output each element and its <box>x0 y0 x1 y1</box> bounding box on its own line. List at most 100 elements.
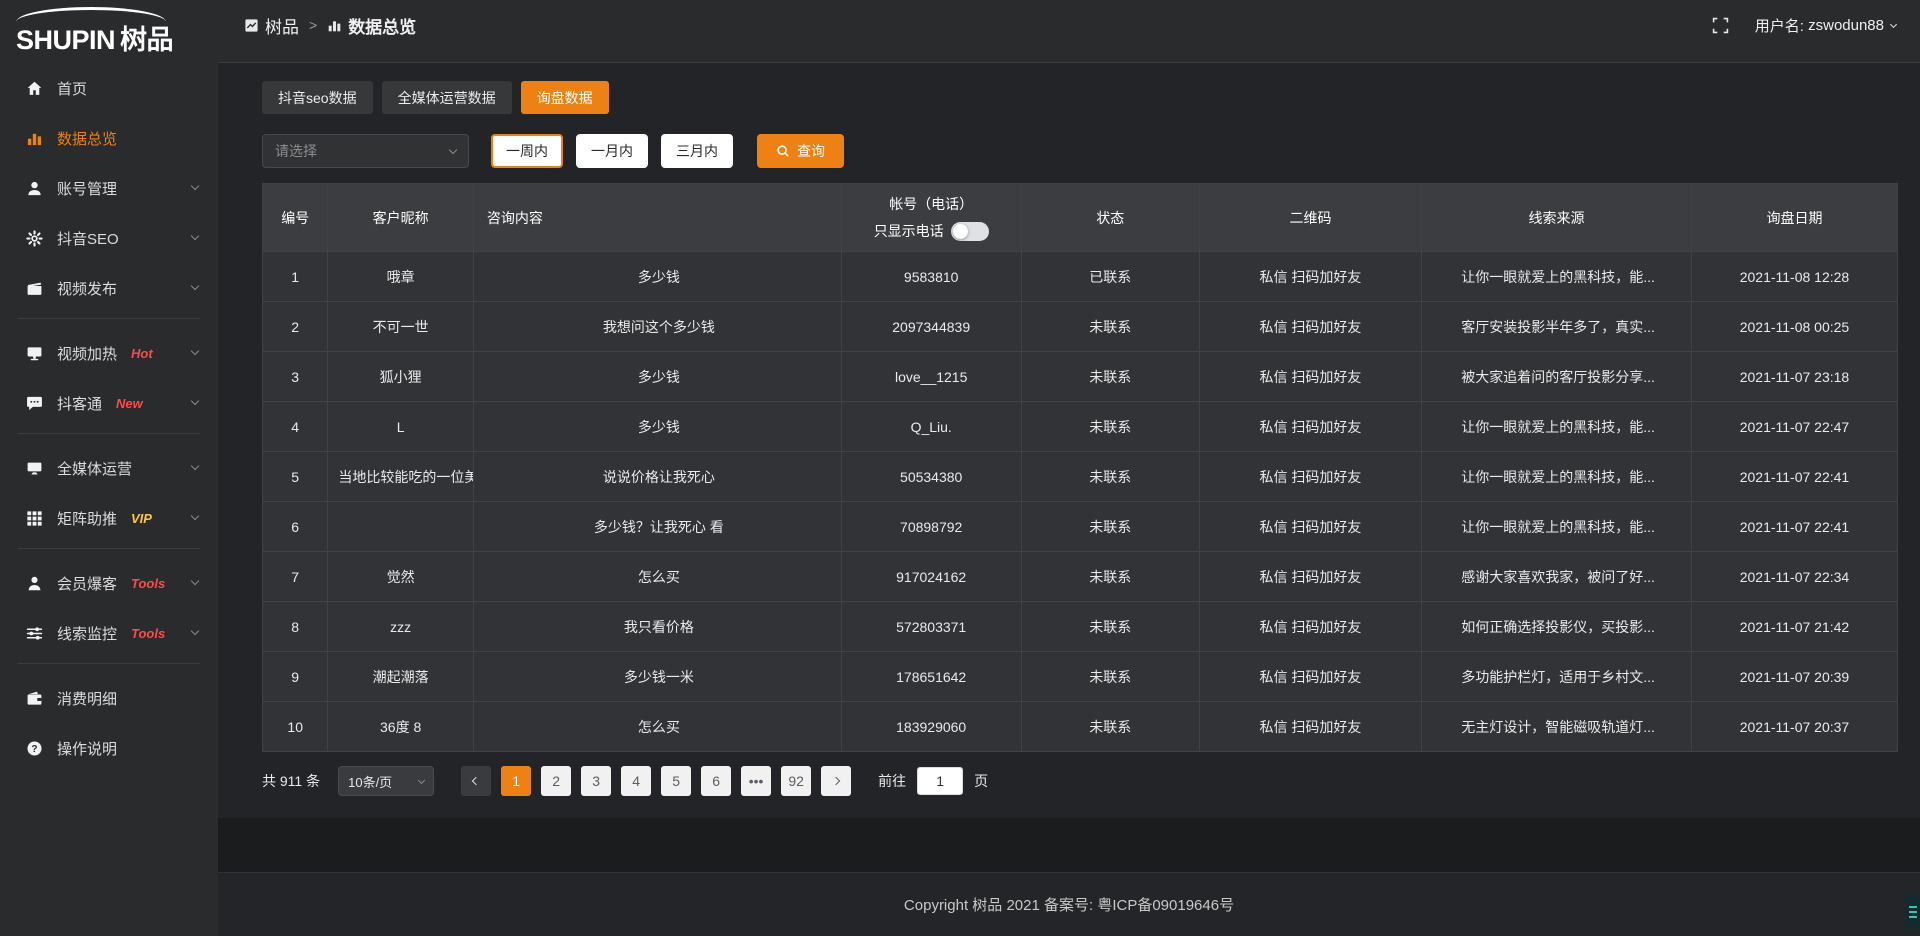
cell-account: 2097344839 <box>841 302 1021 352</box>
cell-source[interactable]: 被大家追着问的客厅投影分享... <box>1422 352 1692 402</box>
cell-content: 怎么买 <box>473 702 841 752</box>
prev-page-button[interactable] <box>461 766 491 796</box>
range-button-one-month[interactable]: 一月内 <box>576 134 648 168</box>
cell-source[interactable]: 客厅安装投影半年多了，真实... <box>1422 302 1692 352</box>
logo[interactable]: SHUPIN树品 <box>0 0 218 62</box>
monitor-icon <box>26 460 43 477</box>
page-button-3[interactable]: 3 <box>581 766 611 796</box>
page-size-value: 10条/页 <box>348 772 392 791</box>
column-header-qrcode: 二维码 <box>1199 184 1421 252</box>
cell-source[interactable]: 如何正确选择投影仪，买投影... <box>1422 602 1692 652</box>
cell-account: 9583810 <box>841 252 1021 302</box>
page-size-select[interactable]: 10条/页 <box>338 766 434 796</box>
sidebar-item-home[interactable]: 首页 <box>0 66 218 110</box>
date-range-buttons: 一周内一月内三月内 <box>491 134 733 168</box>
username-label: 用户名: <box>1755 15 1804 36</box>
cell-source[interactable]: 让你一眼就爱上的黑科技，能... <box>1422 402 1692 452</box>
sidebar-item-video-publish[interactable]: 视频发布 <box>0 266 218 310</box>
sidebar-item-operation-guide[interactable]: ?操作说明 <box>0 726 218 770</box>
range-button-three-months[interactable]: 三月内 <box>661 134 733 168</box>
data-tabs: 抖音seo数据全媒体运营数据询盘数据 <box>262 81 1898 114</box>
tab-inquiry-data[interactable]: 询盘数据 <box>521 81 609 114</box>
table-header-row: 编号客户昵称咨询内容帐号（电话）只显示电话状态二维码线索来源询盘日期 <box>263 184 1898 252</box>
tab-douyin-seo-data[interactable]: 抖音seo数据 <box>262 81 373 114</box>
footer: Copyright 树品 2021 备案号: 粤ICP备09019646号 <box>218 872 1920 936</box>
more-pages-button[interactable]: ••• <box>741 766 771 796</box>
cell-qrcode[interactable]: 私信 扫码加好友 <box>1199 452 1421 502</box>
cell-nickname: zzz <box>328 602 474 652</box>
cell-status: 未联系 <box>1021 502 1199 552</box>
next-page-button[interactable] <box>821 766 851 796</box>
cell-source[interactable]: 无主灯设计，智能磁吸轨道灯... <box>1422 702 1692 752</box>
cell-content: 我只看价格 <box>473 602 841 652</box>
sidebar-item-label: 账号管理 <box>57 178 117 199</box>
sidebar-item-account-management[interactable]: 账号管理 <box>0 166 218 210</box>
phone-only-toggle[interactable] <box>951 222 989 241</box>
cell-status: 未联系 <box>1021 352 1199 402</box>
phone-only-toggle-row: 只显示电话 <box>852 221 1011 241</box>
chat-widget[interactable] <box>1905 894 1920 930</box>
sidebar-item-douyin-seo[interactable]: 抖音SEO <box>0 216 218 260</box>
breadcrumb-item[interactable]: 树品 <box>244 13 299 38</box>
page-body: 抖音seo数据全媒体运营数据询盘数据 请选择 一周内一月内三月内 查询 编号客户… <box>218 62 1920 818</box>
cell-nickname: 觉然 <box>328 552 474 602</box>
sidebar-item-consumption-detail[interactable]: 消费明细 <box>0 676 218 720</box>
cell-source[interactable]: 让你一眼就爱上的黑科技，能... <box>1422 502 1692 552</box>
cell-qrcode[interactable]: 私信 扫码加好友 <box>1199 502 1421 552</box>
user-icon <box>26 180 43 197</box>
cell-content: 多少钱 <box>473 402 841 452</box>
cell-content: 怎么买 <box>473 552 841 602</box>
chevron-down-icon <box>191 577 199 585</box>
cell-id: 5 <box>263 452 328 502</box>
cell-qrcode[interactable]: 私信 扫码加好友 <box>1199 402 1421 452</box>
topbar: 树品>数据总览 用户名: zswodun88 <box>218 0 1920 62</box>
fullscreen-icon[interactable] <box>1712 17 1729 34</box>
cell-qrcode[interactable]: 私信 扫码加好友 <box>1199 702 1421 752</box>
jump-page-input[interactable] <box>917 767 963 795</box>
table-row: 7觉然怎么买917024162未联系私信 扫码加好友感谢大家喜欢我家，被问了好.… <box>263 552 1898 602</box>
page-button-6[interactable]: 6 <box>701 766 731 796</box>
logo-cn: 树品 <box>120 25 173 55</box>
cell-id: 2 <box>263 302 328 352</box>
cell-id: 9 <box>263 652 328 702</box>
sidebar-item-douketong[interactable]: 抖客通New <box>0 381 218 425</box>
cell-qrcode[interactable]: 私信 扫码加好友 <box>1199 602 1421 652</box>
sidebar-item-matrix-boost[interactable]: 矩阵助推VIP <box>0 496 218 540</box>
page-button-1[interactable]: 1 <box>501 766 531 796</box>
cell-qrcode[interactable]: 私信 扫码加好友 <box>1199 252 1421 302</box>
cell-date: 2021-11-07 20:39 <box>1691 652 1897 702</box>
cell-source[interactable]: 多功能护栏灯，适用于乡村文... <box>1422 652 1692 702</box>
cell-qrcode[interactable]: 私信 扫码加好友 <box>1199 652 1421 702</box>
page-button-5[interactable]: 5 <box>661 766 691 796</box>
sidebar-item-clue-monitor[interactable]: 线索监控Tools <box>0 611 218 655</box>
filter-select[interactable]: 请选择 <box>262 134 469 168</box>
page-button-4[interactable]: 4 <box>621 766 651 796</box>
sidebar-item-member-burst[interactable]: 会员爆客Tools <box>0 561 218 605</box>
chevron-down-icon <box>191 462 199 470</box>
sidebar-item-badge: Hot <box>131 346 153 361</box>
sidebar-item-data-overview[interactable]: 数据总览 <box>0 116 218 160</box>
cell-qrcode[interactable]: 私信 扫码加好友 <box>1199 352 1421 402</box>
breadcrumb-item[interactable]: 数据总览 <box>327 13 416 38</box>
sidebar-item-label: 操作说明 <box>57 738 117 759</box>
cell-source[interactable]: 让你一眼就爱上的黑科技，能... <box>1422 252 1692 302</box>
cell-source[interactable]: 让你一眼就爱上的黑科技，能... <box>1422 452 1692 502</box>
sidebar-item-video-heating[interactable]: 视频加热Hot <box>0 331 218 375</box>
range-button-one-week[interactable]: 一周内 <box>491 134 563 168</box>
cell-id: 8 <box>263 602 328 652</box>
page-button-92[interactable]: 92 <box>781 766 811 796</box>
jump-prefix: 前往 <box>878 771 906 791</box>
cell-date: 2021-11-08 12:28 <box>1691 252 1897 302</box>
tab-media-operation-data[interactable]: 全媒体运营数据 <box>382 81 512 114</box>
sidebar-item-label: 消费明细 <box>57 688 117 709</box>
cell-source[interactable]: 感谢大家喜欢我家，被问了好... <box>1422 552 1692 602</box>
user-menu[interactable]: 用户名: zswodun88 <box>1755 15 1896 36</box>
cell-qrcode[interactable]: 私信 扫码加好友 <box>1199 552 1421 602</box>
grid-icon <box>26 510 43 527</box>
page-button-2[interactable]: 2 <box>541 766 571 796</box>
cell-qrcode[interactable]: 私信 扫码加好友 <box>1199 302 1421 352</box>
query-button[interactable]: 查询 <box>757 134 844 168</box>
cell-nickname: 不可一世 <box>328 302 474 352</box>
sidebar-item-media-operation[interactable]: 全媒体运营 <box>0 446 218 490</box>
sidebar-item-label: 矩阵助推 <box>57 508 117 529</box>
